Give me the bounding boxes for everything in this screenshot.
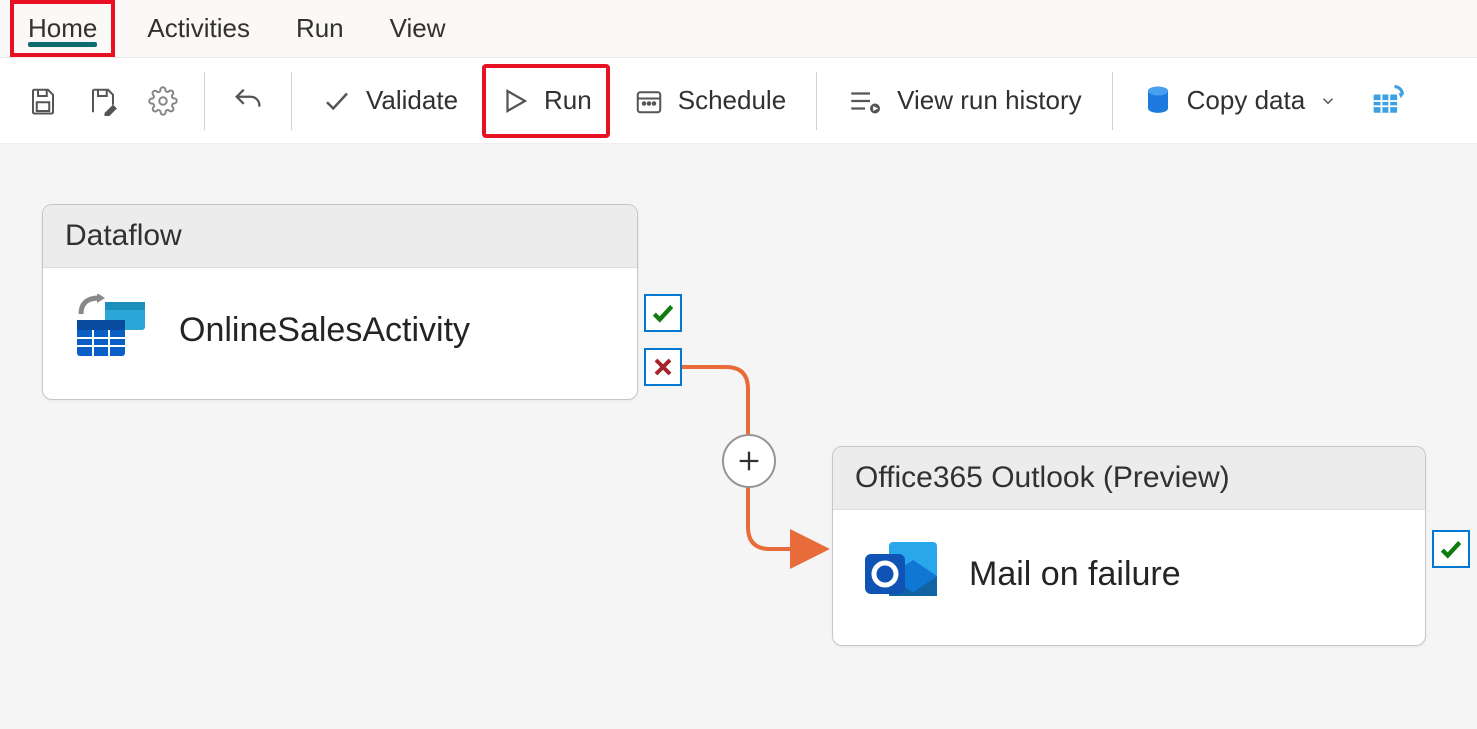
tab-view[interactable]: View: [376, 0, 460, 57]
save-as-button[interactable]: [78, 68, 128, 134]
table-arrow-icon: [1371, 84, 1405, 118]
pipeline-canvas[interactable]: Dataflow OnlineSalesActivity: [0, 144, 1477, 729]
save-pencil-icon: [88, 86, 118, 116]
toolbar-divider: [1112, 72, 1113, 130]
copy-data-button[interactable]: Copy data: [1129, 68, 1352, 134]
dataflow-node-title: Dataflow: [43, 205, 637, 268]
database-icon: [1143, 84, 1173, 118]
tab-bar: Home Activities Run View: [0, 0, 1477, 58]
dataflow-activity-name: OnlineSalesActivity: [179, 311, 470, 350]
view-run-history-button[interactable]: View run history: [833, 68, 1096, 134]
calendar-icon: [634, 86, 664, 116]
save-icon: [28, 86, 58, 116]
toolbar: Validate Run Schedule View run history C…: [0, 58, 1477, 144]
list-play-icon: [847, 86, 883, 116]
check-icon: [1438, 536, 1464, 562]
dataflow-icon: [71, 294, 153, 367]
add-activity-button[interactable]: [722, 434, 776, 488]
tab-activities[interactable]: Activities: [133, 0, 264, 57]
play-icon: [500, 86, 530, 116]
undo-icon: [231, 84, 265, 118]
run-label: Run: [544, 85, 592, 116]
undo-button[interactable]: [221, 68, 275, 134]
view-run-history-label: View run history: [897, 85, 1082, 116]
copy-data-label: Copy data: [1187, 85, 1306, 116]
on-failure-handle[interactable]: [644, 348, 682, 386]
schedule-label: Schedule: [678, 85, 786, 116]
on-success-handle[interactable]: [644, 294, 682, 332]
schedule-button[interactable]: Schedule: [620, 68, 800, 134]
validate-label: Validate: [366, 85, 458, 116]
on-success-handle[interactable]: [1432, 530, 1470, 568]
toolbar-divider: [816, 72, 817, 130]
toolbar-divider: [291, 72, 292, 130]
outlook-activity-node[interactable]: Office365 Outlook (Preview) Mail on fail…: [832, 446, 1426, 646]
validate-button[interactable]: Validate: [308, 68, 472, 134]
check-icon: [650, 300, 676, 326]
x-icon: [651, 355, 675, 379]
chevron-down-icon: [1319, 92, 1337, 110]
copy-data-assistant-button[interactable]: [1361, 68, 1415, 134]
toolbar-divider: [204, 72, 205, 130]
outlook-node-title: Office365 Outlook (Preview): [833, 447, 1425, 510]
gear-icon: [148, 86, 178, 116]
settings-button[interactable]: [138, 68, 188, 134]
tab-run[interactable]: Run: [282, 0, 358, 57]
tab-home[interactable]: Home: [10, 0, 115, 57]
dataflow-activity-node[interactable]: Dataflow OnlineSalesActivity: [42, 204, 638, 400]
outlook-icon: [861, 536, 943, 613]
save-button[interactable]: [18, 68, 68, 134]
run-button[interactable]: Run: [482, 64, 610, 138]
outlook-activity-name: Mail on failure: [969, 555, 1181, 594]
plus-icon: [735, 447, 763, 475]
check-icon: [322, 86, 352, 116]
